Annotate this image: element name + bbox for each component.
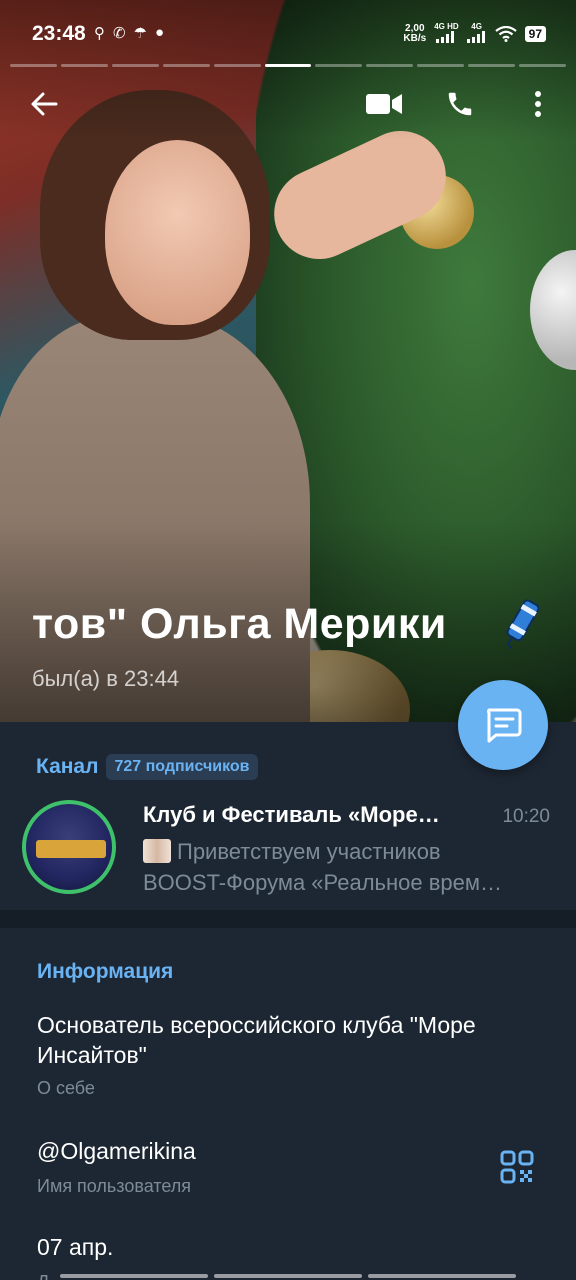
more-options-button[interactable] — [514, 80, 562, 128]
sim2-signal: 4G — [466, 22, 487, 45]
status-time: 23:48 — [32, 22, 86, 45]
info-section: Информация Основатель всероссийского клу… — [0, 928, 576, 1280]
username-text[interactable]: @Olgamerikina — [37, 1138, 196, 1165]
preview-line-1: Приветствуем участников — [177, 839, 441, 864]
face — [105, 140, 250, 325]
signal-icon — [436, 31, 456, 43]
action-bar — [0, 80, 576, 128]
profile-name: тов" Ольга Мерики — [32, 600, 447, 648]
sim1-signal: 4G HD — [434, 22, 459, 45]
birthday-text[interactable]: 07 апр. — [37, 1234, 113, 1261]
phone-icon — [448, 92, 472, 116]
send-message-button[interactable] — [458, 680, 548, 770]
photo-progress-segment — [264, 64, 312, 67]
status-bar: 23:48 ⚲ ✆ ☂ ● 2,00 KB/s 4G HD 4G 97 — [0, 0, 576, 64]
premium-emoji-status-icon[interactable] — [498, 592, 546, 652]
network-speed-value: 2,00 — [405, 22, 425, 34]
info-heading: Информация — [37, 960, 174, 983]
photo-progress-segments — [10, 64, 566, 67]
battery-indicator: 97 — [524, 25, 546, 42]
sim2-label: 4G — [471, 22, 482, 31]
last-seen-status: был(а) в 23:44 — [32, 666, 180, 691]
whatsapp-icon: ✆ — [113, 25, 126, 42]
arrow-left-icon — [31, 92, 58, 116]
bio-label: О себе — [37, 1078, 95, 1098]
more-vertical-icon — [535, 91, 541, 117]
nav-segment — [214, 1274, 362, 1278]
photo-progress-segment — [162, 64, 210, 67]
qr-code-icon[interactable] — [500, 1150, 534, 1184]
channel-header: Канал 727 подписчиков — [36, 754, 258, 780]
network-speed-unit: KB/s — [403, 32, 427, 44]
channel-avatar-banner — [36, 840, 106, 858]
section-divider — [0, 910, 576, 928]
bio-text[interactable]: Основатель всероссийского клуба "Море Ин… — [37, 1010, 537, 1070]
username-label: Имя пользователя — [37, 1176, 192, 1196]
voice-call-button[interactable] — [436, 80, 484, 128]
channel-avatar[interactable] — [22, 800, 116, 894]
subscribers-badge: 727 подписчиков — [106, 754, 258, 780]
preview-line-2: BOOST-Форума «Реальное врем… — [143, 870, 503, 895]
channel-label: Канал — [36, 755, 99, 778]
channel-message-time: 10:20 — [502, 806, 550, 827]
nav-segment — [368, 1274, 516, 1278]
video-camera-icon — [366, 94, 402, 114]
photo-progress-segment — [315, 64, 363, 67]
video-call-button[interactable] — [360, 80, 408, 128]
signal-icon — [466, 31, 487, 43]
notification-icons: ⚲ ✆ ☂ ● — [94, 24, 164, 42]
photo-progress-segment — [366, 64, 414, 67]
wifi-icon — [494, 25, 517, 42]
back-button[interactable] — [20, 80, 68, 128]
message-thumbnail — [143, 839, 171, 863]
birthday-label: Д — [37, 1272, 57, 1280]
photo-progress-segment — [417, 64, 465, 67]
sim1-label: 4G HD — [434, 22, 459, 31]
channel-message-preview[interactable]: Приветствуем участников BOOST-Форума «Ре… — [143, 836, 548, 898]
photo-progress-segment — [519, 64, 566, 67]
photo-progress-segment — [60, 64, 108, 67]
photo-progress-segment — [111, 64, 159, 67]
umbrella-icon: ☂ — [133, 25, 148, 42]
network-speed: 2,00 KB/s — [403, 22, 427, 44]
system-navigation-bar[interactable] — [60, 1274, 516, 1278]
channel-title[interactable]: Клуб и Фестиваль «Море… — [143, 802, 473, 828]
photo-progress-segment — [468, 64, 516, 67]
chat-icon: ● — [155, 24, 165, 41]
photo-progress-segment — [213, 64, 261, 67]
photo-progress-segment — [10, 64, 57, 67]
message-icon — [487, 708, 522, 743]
nav-segment — [60, 1274, 208, 1278]
search-icon: ⚲ — [94, 25, 105, 42]
